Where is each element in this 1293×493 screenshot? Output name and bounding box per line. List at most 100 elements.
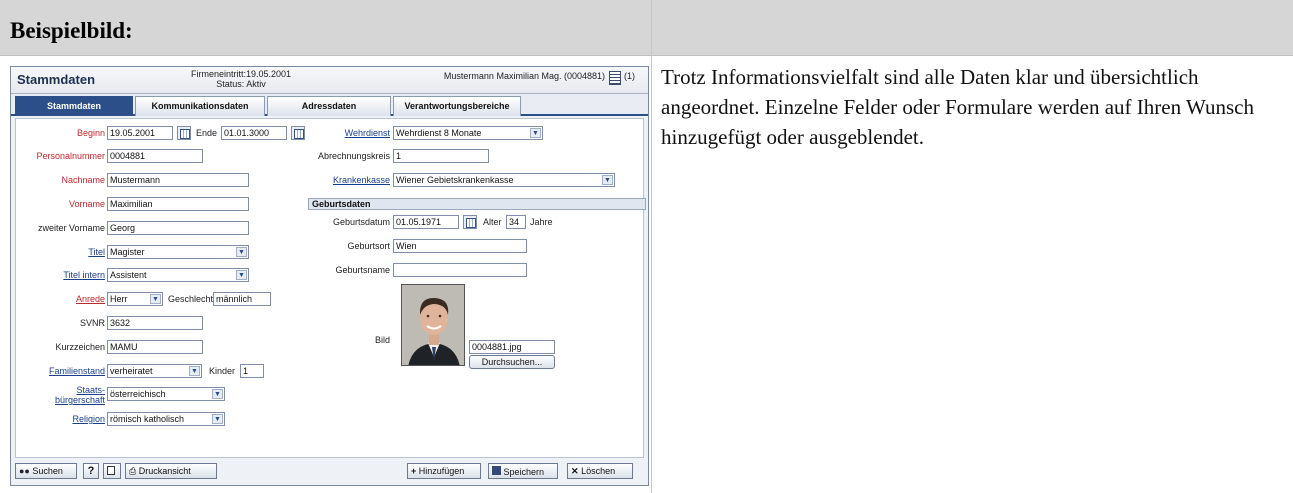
stammdaten-window: Stammdaten Firmeneintritt:19.05.2001 Sta… (10, 66, 649, 486)
copy-icon (107, 466, 115, 475)
ende-label: Ende (196, 128, 218, 138)
floppy-disk-icon (492, 466, 501, 475)
button-bar: ●● Suchen ? ⎙ Druckansicht + Hinzufügen … (11, 461, 648, 485)
chevron-down-icon: ▼ (236, 270, 247, 280)
suchen-label: Suchen (32, 466, 63, 476)
record-count: (1) (624, 71, 635, 81)
kinder-input[interactable]: 1 (240, 364, 264, 378)
speichern-label: Speichern (503, 467, 545, 477)
staatsbuergerschaft-value: österreichisch (110, 389, 166, 399)
printer-icon: ⎙ (129, 466, 137, 476)
chevron-down-icon: ▼ (212, 414, 223, 424)
copy-button[interactable] (103, 463, 121, 479)
druckansicht-button[interactable]: ⎙ Druckansicht (125, 463, 217, 479)
druckansicht-label: Druckansicht (138, 466, 191, 476)
staatsbuergerschaft-label-2[interactable]: bürgerschaft (18, 395, 105, 405)
titel-intern-label[interactable]: Titel intern (18, 270, 105, 280)
anrede-select[interactable]: Herr ▼ (107, 292, 163, 306)
bild-file-input[interactable]: 0004881.jpg (469, 340, 555, 354)
kinder-label: Kinder (209, 366, 236, 376)
hinzufuegen-label: Hinzufügen (418, 466, 465, 476)
list-icon[interactable] (609, 71, 621, 85)
window-title: Stammdaten (17, 72, 96, 87)
abrechnungskreis-input[interactable]: 1 (393, 149, 489, 163)
titel-value: Magister (110, 247, 145, 257)
chevron-down-icon: ▼ (212, 389, 223, 399)
geschlecht-label: Geschlecht (168, 294, 214, 304)
krankenkasse-value: Wiener Gebietskrankenkasse (396, 175, 514, 185)
zweiter-vorname-label: zweiter Vorname (37, 223, 105, 233)
beginn-input[interactable]: 19.05.2001 (107, 126, 173, 140)
beginn-calendar-icon[interactable] (177, 126, 191, 140)
employee-name: Mustermann Maximilian Mag. (0004881) (443, 71, 605, 81)
nachname-input[interactable]: Mustermann (107, 173, 249, 187)
geburtsdatum-input[interactable]: 01.05.1971 (393, 215, 459, 229)
familienstand-label[interactable]: Familienstand (18, 366, 105, 376)
religion-value: römisch katholisch (110, 414, 185, 424)
beginn-label: Beginn (76, 128, 105, 138)
svnr-label: SVNR (79, 318, 105, 328)
geburtsdatum-label: Geburtsdatum (332, 217, 390, 227)
staatsbuergerschaft-label-1[interactable]: Staats- (18, 385, 105, 395)
personalnummer-input[interactable]: 0004881 (107, 149, 203, 163)
krankenkasse-select[interactable]: Wiener Gebietskrankenkasse ▼ (393, 173, 615, 187)
familienstand-value: verheiratet (110, 366, 153, 376)
religion-label[interactable]: Religion (18, 414, 105, 424)
tab-adressdaten[interactable]: Adressdaten (267, 96, 391, 116)
plus-icon: + (411, 466, 417, 476)
geburtsname-input[interactable] (393, 263, 527, 277)
entry-date: Firmeneintritt:19.05.2001 (190, 69, 292, 79)
loeschen-label: Löschen (581, 466, 616, 476)
titel-select[interactable]: Magister ▼ (107, 245, 249, 259)
vorname-input[interactable]: Maximilian (107, 197, 249, 211)
titel-intern-select[interactable]: Assistent ▼ (107, 268, 249, 282)
geburtsname-label: Geburtsname (335, 265, 390, 275)
form-area: Beginn 19.05.2001 Ende 01.01.3000 Person… (15, 118, 646, 458)
chevron-down-icon: ▼ (530, 128, 541, 138)
geburtsort-input[interactable]: Wien (393, 239, 527, 253)
speichern-button[interactable]: Speichern (488, 463, 558, 479)
column-divider (651, 0, 652, 493)
abrechnungskreis-label: Abrechnungskreis (317, 151, 390, 161)
tab-kommunikationsdaten[interactable]: Kommunikationsdaten (135, 96, 265, 116)
chevron-down-icon: ▼ (150, 294, 161, 304)
chevron-down-icon: ▼ (236, 247, 247, 257)
geburtsort-label: Geburtsort (347, 241, 390, 251)
wehrdienst-select[interactable]: Wehrdienst 8 Monate ▼ (393, 126, 543, 140)
doc-heading: Beispielbild: (10, 18, 133, 43)
title-bar: Stammdaten Firmeneintritt:19.05.2001 Sta… (11, 67, 648, 94)
geburtsdatum-calendar-icon[interactable] (463, 215, 477, 229)
kurzzeichen-input[interactable]: MAMU (107, 340, 203, 354)
personalnummer-label: Personalnummer (36, 151, 105, 161)
staatsbuergerschaft-select[interactable]: österreichisch ▼ (107, 387, 225, 401)
wehrdienst-value: Wehrdienst 8 Monate (396, 128, 482, 138)
chevron-down-icon: ▼ (602, 175, 613, 185)
alter-input[interactable]: 34 (506, 215, 526, 229)
tab-verantwortungsbereiche[interactable]: Verantwortungsbereiche (393, 96, 521, 116)
ende-calendar-icon[interactable] (291, 126, 305, 140)
anrede-value: Herr (110, 294, 128, 304)
geschlecht-input[interactable]: männlich (213, 292, 271, 306)
anrede-label[interactable]: Anrede (18, 294, 105, 304)
wehrdienst-label[interactable]: Wehrdienst (306, 128, 390, 138)
close-icon: ✕ (571, 466, 579, 476)
familienstand-select[interactable]: verheiratet ▼ (107, 364, 202, 378)
durchsuchen-button[interactable]: Durchsuchen... (469, 355, 555, 369)
hinzufuegen-button[interactable]: + Hinzufügen (407, 463, 481, 479)
chevron-down-icon: ▼ (189, 366, 200, 376)
doc-header-row (0, 0, 1293, 56)
suchen-button[interactable]: ●● Suchen (15, 463, 77, 479)
geburtsdaten-section: Geburtsdaten (308, 198, 646, 210)
ende-input[interactable]: 01.01.3000 (221, 126, 287, 140)
loeschen-button[interactable]: ✕ Löschen (567, 463, 633, 479)
zweiter-vorname-input[interactable]: Georg (107, 221, 249, 235)
vorname-label: Vorname (68, 199, 105, 209)
jahre-label: Jahre (530, 217, 553, 227)
titel-label[interactable]: Titel (18, 247, 105, 257)
help-button[interactable]: ? (83, 463, 99, 479)
tab-bar: Stammdaten Kommunikationsdaten Adressdat… (11, 94, 648, 116)
religion-select[interactable]: römisch katholisch ▼ (107, 412, 225, 426)
krankenkasse-label[interactable]: Krankenkasse (306, 175, 390, 185)
tab-stammdaten[interactable]: Stammdaten (15, 96, 133, 116)
svnr-input[interactable]: 3632 (107, 316, 203, 330)
